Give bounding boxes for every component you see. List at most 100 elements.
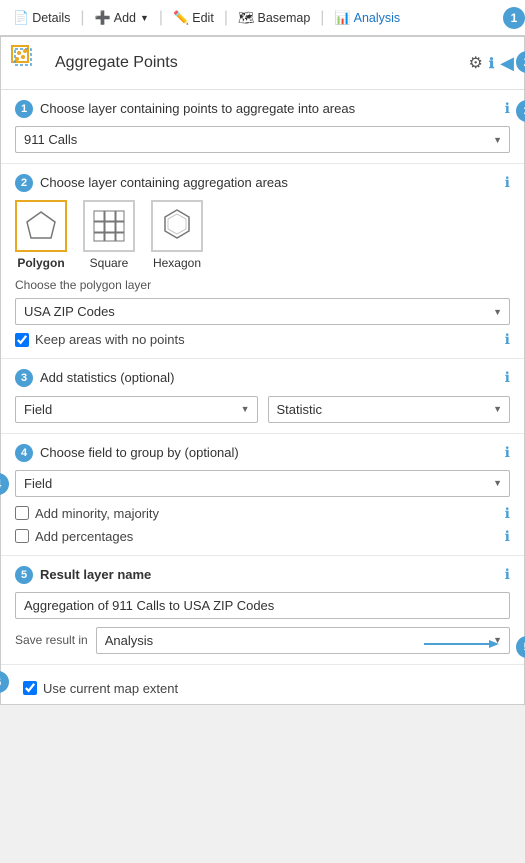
minority-row: Add minority, majority ℹ [15,505,510,522]
basemap-label: Basemap [257,11,310,25]
sep4: | [320,10,324,26]
minority-label: Add minority, majority [35,506,159,521]
annotation-badge-5: 5 [516,636,525,658]
percentages-info[interactable]: ℹ [505,528,510,545]
layer-select-2[interactable]: USA ZIP Codes [15,298,510,325]
section-4-badge: 4 [15,444,33,462]
layer-select-1[interactable]: 911 Calls [15,126,510,153]
toolbar-edit[interactable]: ✏️ Edit [166,6,221,30]
main-panel: Aggregate Points ⚙ ℹ ◀ 2 1 Choose layer … [0,36,525,705]
section-2-info[interactable]: ℹ [505,174,510,191]
toolbar-basemap[interactable]: 🗺 Basemap [231,6,317,30]
layer-select-1-input[interactable]: 911 Calls [15,126,510,153]
percentages-label: Add percentages [35,529,133,544]
section-2-badge: 2 [15,174,33,192]
hexagon-box[interactable] [151,200,203,252]
group-field-select-input[interactable]: Field [15,470,510,497]
save-result-row: Save result in Analysis 5 [15,627,510,654]
section-5-badge: 5 [15,566,33,584]
section-4: 4 Choose field to group by (optional) ℹ … [1,434,524,556]
section-4-title: Choose field to group by (optional) [40,444,494,462]
group-field-select[interactable]: Field [15,470,510,497]
section-1-title: Choose layer containing points to aggreg… [40,100,494,118]
save-result-label: Save result in [15,633,88,647]
annotation-badge-2: 2 [516,51,525,73]
square-box[interactable] [83,200,135,252]
section-1-badge: 1 [15,100,33,118]
toolbar-details[interactable]: 📄 Details [6,6,77,30]
toolbar: 📄 Details | ➕ Add ▼ | ✏️ Edit | 🗺 Basema… [0,0,525,36]
sep2: | [159,10,163,26]
gear-icon[interactable]: ⚙ [468,53,482,73]
shape-options: Polygon [15,200,510,270]
section-2-header: 2 Choose layer containing aggregation ar… [15,174,510,192]
use-extent-row: 6 Use current map extent [15,681,510,696]
annotation-badge-6: 6 [0,671,9,693]
add-dropdown-icon: ▼ [140,13,149,23]
keep-areas-row: Keep areas with no points ℹ [15,331,510,348]
minority-checkbox[interactable] [15,506,29,520]
polygon-box[interactable] [15,200,67,252]
minority-info[interactable]: ℹ [505,505,510,522]
app-container: 📄 Details | ➕ Add ▼ | ✏️ Edit | 🗺 Basema… [0,0,525,705]
add-icon: ➕ [95,10,111,26]
shape-hexagon[interactable]: Hexagon [151,200,203,270]
section-5: 5 Result layer name ℹ Save result in Ana… [1,556,524,665]
field-select-input[interactable]: Field [15,396,258,423]
section-1-info[interactable]: ℹ [505,100,510,117]
panel-header: Aggregate Points ⚙ ℹ ◀ 2 [1,37,524,90]
keep-areas-info[interactable]: ℹ [505,331,510,348]
info-icon[interactable]: ℹ [489,55,494,72]
field-select[interactable]: Field [15,396,258,423]
section-5-header: 5 Result layer name ℹ [15,566,510,584]
layer-select-2-input[interactable]: USA ZIP Codes [15,298,510,325]
shape-polygon[interactable]: Polygon [15,200,67,270]
use-extent-label: Use current map extent [43,681,178,696]
basemap-icon: 🗺 [238,10,255,26]
section-4-header: 4 Choose field to group by (optional) ℹ [15,444,510,462]
add-label: Add [114,11,136,25]
section-3: 3 Add statistics (optional) ℹ Field Stat… [1,359,524,433]
annotation-badge-3: 3 [516,100,525,122]
statistic-select[interactable]: Statistic [268,396,511,423]
percentages-row: Add percentages ℹ [15,528,510,545]
sep3: | [224,10,228,26]
analysis-label: Analysis [354,11,401,25]
statistic-select-input[interactable]: Statistic [268,396,511,423]
details-icon: 📄 [13,10,29,26]
panel-actions: ⚙ ℹ ◀ [468,53,514,74]
back-icon[interactable]: ◀ [500,53,514,74]
details-label: Details [32,11,70,25]
polygon-sublabel: Choose the polygon layer [15,278,510,292]
section-1: 1 Choose layer containing points to aggr… [1,90,524,164]
save-result-select[interactable]: Analysis [96,627,510,654]
polygon-label: Polygon [17,256,64,270]
statistics-selects: Field Statistic [15,396,510,423]
square-label: Square [90,256,129,270]
section-1-header: 1 Choose layer containing points to aggr… [15,100,510,118]
keep-areas-checkbox[interactable] [15,333,29,347]
section-3-header: 3 Add statistics (optional) ℹ [15,369,510,387]
toolbar-analysis[interactable]: 📊 Analysis [327,6,407,30]
percentages-checkbox[interactable] [15,529,29,543]
section-5-title: Result layer name [40,566,494,584]
aggregate-icon [11,45,47,81]
toolbar-add[interactable]: ➕ Add ▼ [88,6,156,30]
save-result-select-input[interactable]: Analysis [96,627,510,654]
analysis-icon: 📊 [334,10,350,26]
hexagon-label: Hexagon [153,256,201,270]
section-3-badge: 3 [15,369,33,387]
section-4-info[interactable]: ℹ [505,444,510,461]
section-5-info[interactable]: ℹ [505,566,510,583]
result-name-input[interactable] [15,592,510,619]
section-3-title: Add statistics (optional) [40,369,494,387]
keep-areas-label: Keep areas with no points [35,332,185,347]
footer-section: 6 Use current map extent [1,665,524,704]
section-2-title: Choose layer containing aggregation area… [40,174,494,192]
annotation-badge-4: 4 [0,473,9,495]
edit-label: Edit [192,11,214,25]
use-extent-checkbox[interactable] [23,681,37,695]
section-3-info[interactable]: ℹ [505,369,510,386]
shape-square[interactable]: Square [83,200,135,270]
sep1: | [80,10,84,26]
